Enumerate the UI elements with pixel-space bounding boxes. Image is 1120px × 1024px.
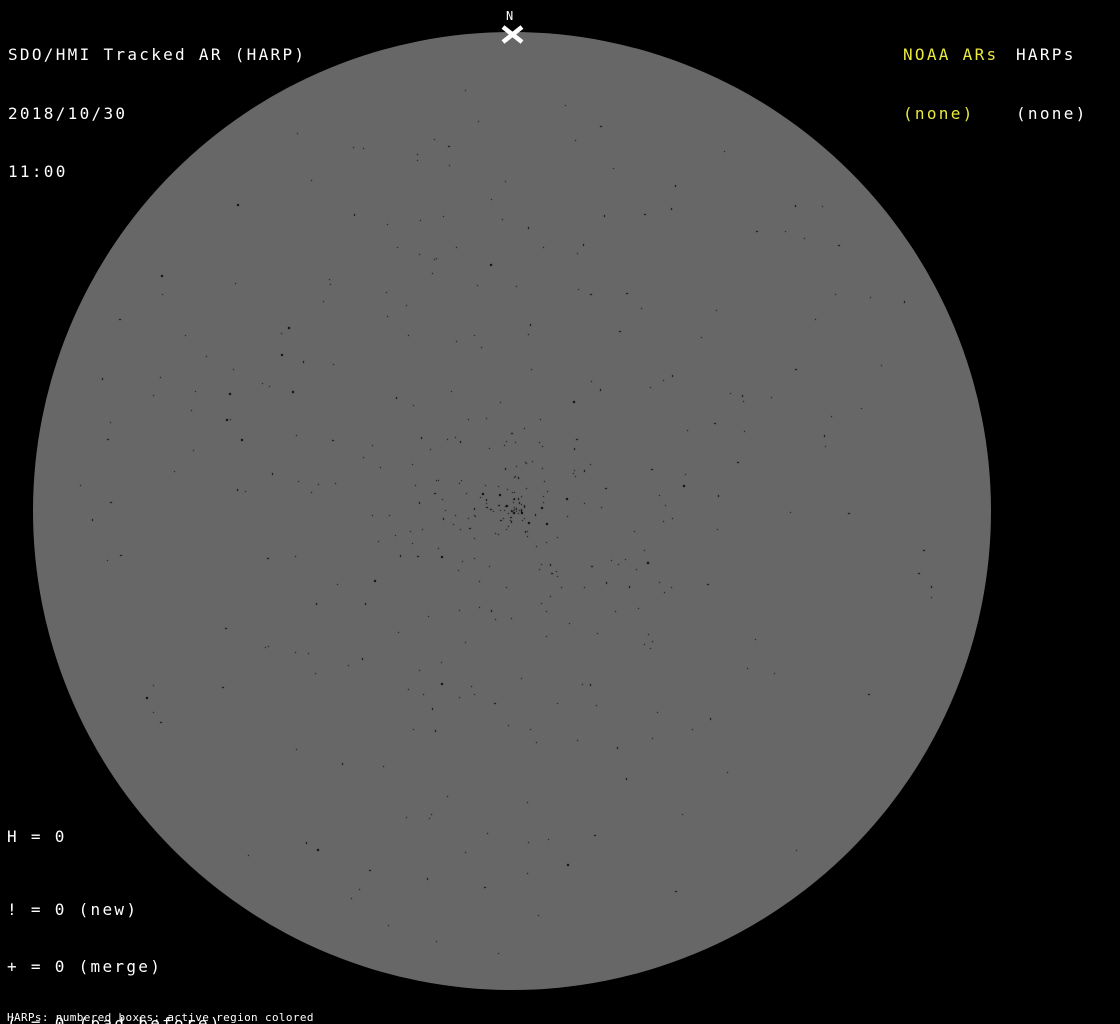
harps-label: HARPs xyxy=(1016,45,1076,64)
north-pole-marker-icon xyxy=(501,25,524,44)
noaa-ars-label: NOAA ARs xyxy=(903,45,999,64)
noaa-ars-column: NOAA ARs (none) xyxy=(903,6,998,162)
page-title: SDO/HMI Tracked AR (HARP) xyxy=(8,45,307,64)
observation-time: 11:00 xyxy=(8,162,68,181)
magnetogram-view: SDO/HMI Tracked AR (HARP) 2018/10/30 11:… xyxy=(0,0,1120,1024)
observation-date: 2018/10/30 xyxy=(8,103,128,123)
footer-note-harps: HARPs: numbered boxes; active region col… xyxy=(7,1011,314,1024)
harps-value: (none) xyxy=(1016,103,1088,123)
north-label: N xyxy=(506,9,514,23)
harp-count: H = 0 xyxy=(7,827,67,846)
noaa-ars-value: (none) xyxy=(903,103,975,123)
header-block: SDO/HMI Tracked AR (HARP) 2018/10/30 11:… xyxy=(8,6,306,221)
harps-column: HARPs (none) xyxy=(1016,6,1088,162)
legend-item: ! = 0 (new) xyxy=(7,900,139,919)
legend-item: + = 0 (merge) xyxy=(7,957,163,976)
footer-notes: HARPs: numbered boxes; active region col… xyxy=(7,988,411,1024)
